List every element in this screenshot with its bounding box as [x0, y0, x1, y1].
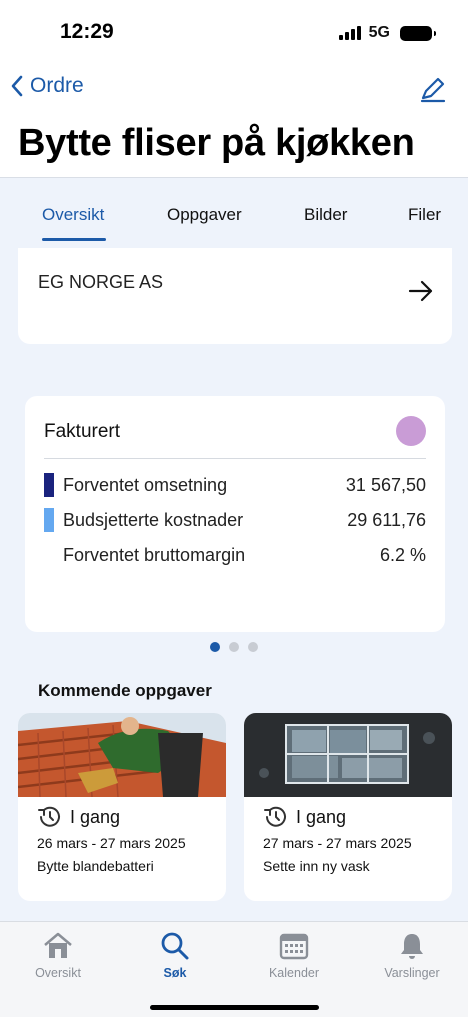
- nav-item-sok[interactable]: Søk: [125, 930, 225, 980]
- calendar-icon: [279, 933, 309, 960]
- task-date: 27 mars - 27 mars 2025: [263, 835, 412, 851]
- finance-value: 31 567,50: [345, 474, 426, 495]
- home-indicator: [150, 1005, 319, 1010]
- status-dot: [396, 416, 426, 446]
- task-status-label: I gang: [296, 806, 347, 827]
- tab-filer[interactable]: Filer: [408, 205, 441, 225]
- nav-label: Oversikt: [35, 966, 81, 980]
- task-date: 26 mars - 27 mars 2025: [37, 835, 186, 851]
- page-dot-active[interactable]: [210, 642, 220, 652]
- page-indicator[interactable]: [0, 642, 468, 652]
- finance-card[interactable]: Fakturert Forventet omsetning 31 567,50 …: [25, 396, 445, 632]
- finance-row-costs: Budsjetterte kostnader 29 611,76: [44, 508, 426, 532]
- network-type: 5G: [368, 24, 390, 41]
- status-time: 12:29: [60, 20, 114, 43]
- finance-row-revenue: Forventet omsetning 31 567,50: [44, 473, 426, 497]
- home-icon: [44, 932, 72, 958]
- nav-label: Kalender: [268, 966, 320, 980]
- tab-oppgaver[interactable]: Oppgaver: [167, 205, 242, 225]
- task-description: Bytte blandebatteri: [37, 858, 154, 874]
- back-label: Ordre: [30, 74, 84, 97]
- finance-value: 29 611,76: [347, 509, 426, 530]
- page-dot[interactable]: [248, 642, 258, 652]
- tab-active-indicator: [42, 238, 106, 241]
- task-image-roof: [18, 713, 226, 797]
- task-description: Sette inn ny vask: [263, 858, 370, 874]
- divider: [44, 458, 426, 459]
- finance-value: 6.2 %: [379, 544, 426, 565]
- finance-row-margin: Forventet bruttomargin 6.2 %: [44, 543, 426, 567]
- company-card[interactable]: EG NORGE AS: [18, 248, 452, 344]
- edit-icon[interactable]: [418, 74, 448, 104]
- bottom-nav: Oversikt Søk Kalender Varslinger: [0, 921, 468, 1017]
- page-dot[interactable]: [229, 642, 239, 652]
- nav-label: Søk: [163, 966, 187, 980]
- search-icon: [161, 932, 189, 960]
- battery-icon: [400, 25, 436, 41]
- task-status: I gang: [36, 805, 120, 829]
- history-icon: [264, 806, 286, 827]
- task-status: I gang: [262, 805, 346, 829]
- tab-bilder[interactable]: Bilder: [304, 205, 347, 225]
- finance-label: Forventet omsetning: [63, 474, 228, 495]
- task-card[interactable]: I gang 27 mars - 27 mars 2025 Sette inn …: [244, 713, 452, 901]
- nav-label: Varslinger: [384, 966, 440, 980]
- nav-item-oversikt[interactable]: Oversikt: [8, 930, 108, 980]
- legend-swatch-revenue: [44, 473, 54, 497]
- arrow-right-icon: [408, 280, 433, 302]
- company-name: EG NORGE AS: [38, 272, 164, 292]
- chevron-left-icon: [11, 75, 23, 97]
- signal-icon: [338, 26, 361, 40]
- nav-item-kalender[interactable]: Kalender: [244, 930, 344, 980]
- section-title: Kommende oppgaver: [38, 681, 212, 700]
- back-button[interactable]: Ordre: [8, 74, 84, 98]
- legend-swatch-empty: [44, 543, 54, 567]
- tab-bar: Oversikt Oppgaver Bilder Filer: [0, 200, 468, 244]
- task-card[interactable]: I gang 26 mars - 27 mars 2025 Bytte blan…: [18, 713, 226, 901]
- tab-oversikt[interactable]: Oversikt: [42, 205, 104, 225]
- bell-icon: [401, 934, 423, 959]
- task-image-floorplan: [244, 713, 452, 797]
- status-icons: 5G: [338, 24, 436, 42]
- history-icon: [38, 806, 60, 827]
- finance-label: Forventet bruttomargin: [63, 544, 246, 565]
- finance-title: Fakturert: [44, 421, 121, 442]
- nav-item-varslinger[interactable]: Varslinger: [362, 930, 462, 980]
- legend-swatch-costs: [44, 508, 54, 532]
- finance-label: Budsjetterte kostnader: [63, 509, 244, 530]
- header: 12:29 5G Ordre Bytte fliser på kjøkken: [0, 0, 468, 178]
- page-title: Bytte fliser på kjøkken: [18, 122, 415, 164]
- task-status-label: I gang: [70, 806, 121, 827]
